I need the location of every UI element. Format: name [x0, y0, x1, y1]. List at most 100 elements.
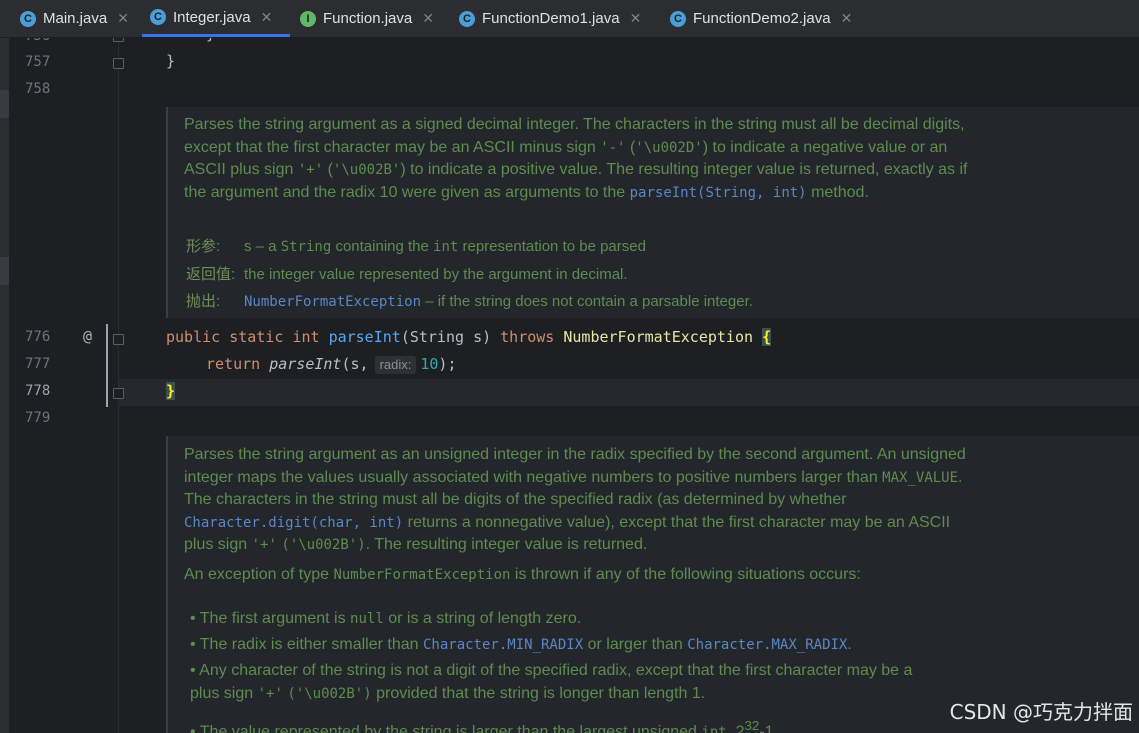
doc-text: s: [244, 238, 252, 255]
doc-text: is thrown if any of the following situat…: [514, 566, 861, 583]
doc-text: or larger than: [587, 636, 683, 653]
code-line: }: [206, 38, 215, 43]
doc-text: The value represented by the string is l…: [199, 723, 697, 733]
tab-functiondemo1-java[interactable]: C FunctionDemo1.java ✕: [459, 0, 641, 37]
doc-text: An exception of type: [184, 566, 329, 583]
punct: );: [438, 355, 457, 373]
watermark: CSDN @巧克力拌面: [949, 700, 1133, 724]
tab-functiondemo2-java[interactable]: C FunctionDemo2.java ✕: [670, 0, 852, 37]
fold-icon[interactable]: [113, 388, 124, 399]
tab-main-java[interactable]: C Main.java ✕: [20, 0, 129, 37]
punct: ): [482, 328, 492, 346]
doc-code: '-': [600, 139, 626, 156]
doc-link[interactable]: Character.digit(char, int): [184, 515, 403, 531]
doc-text: Parses the string argument as an unsigne…: [184, 446, 966, 486]
close-icon[interactable]: ✕: [117, 10, 129, 27]
strip-marker: [0, 257, 9, 285]
args: (s,: [341, 355, 369, 373]
keyword: return: [206, 355, 261, 373]
code-line: }: [166, 52, 175, 70]
doc-paragraph: An exception of type NumberFormatExcepti…: [184, 564, 974, 587]
tab-function-java[interactable]: I Function.java ✕: [300, 0, 434, 37]
brace: }: [206, 38, 215, 43]
doc-link[interactable]: Character.MAX_RADIX: [687, 637, 847, 653]
method-call: parseInt: [269, 355, 342, 373]
doc-code: ('\u002B'): [287, 685, 372, 702]
line-number: 778: [25, 383, 51, 399]
doc-code: String: [280, 239, 332, 255]
doc-code: ('\u002B'): [281, 537, 366, 553]
close-icon[interactable]: ✕: [630, 10, 642, 27]
punct: (: [400, 328, 410, 346]
override-annotation-icon[interactable]: @: [83, 327, 92, 345]
doc-bullet: • The radix is either smaller than Chara…: [190, 636, 852, 653]
matched-brace: {: [762, 328, 772, 346]
doc-text: The first argument is: [199, 610, 346, 627]
doc-link[interactable]: Character.MIN_RADIX: [423, 637, 583, 653]
doc-link[interactable]: NumberFormatException: [244, 294, 421, 310]
keyword: throws: [500, 328, 555, 346]
code-line-close: }: [166, 382, 176, 400]
doc-text: or is a string of length zero.: [388, 610, 582, 627]
doc-text: method.: [811, 183, 869, 201]
doc-text: 32: [744, 718, 760, 733]
doc-text: , 2: [726, 723, 745, 733]
tab-integer-java[interactable]: C Integer.java ✕: [142, 0, 290, 37]
doc-bullet: • The value represented by the string is…: [190, 715, 950, 733]
tab-label: FunctionDemo1.java: [482, 10, 620, 27]
doc-description: Parses the string argument as an unsigne…: [184, 444, 974, 557]
type-name: String: [409, 328, 465, 346]
doc-text: – a: [255, 238, 277, 255]
doc-description: Parses the string argument as a signed d…: [184, 114, 974, 204]
close-icon[interactable]: ✕: [422, 10, 434, 27]
line-number: 757: [25, 54, 51, 70]
line-number: 758: [25, 81, 51, 97]
line-number: 777: [25, 356, 51, 372]
doc-text: .: [847, 636, 852, 653]
fold-icon[interactable]: [113, 38, 124, 42]
current-line-highlight: [119, 379, 1139, 406]
interface-icon: I: [300, 10, 316, 27]
exception-type: NumberFormatException: [563, 328, 754, 346]
doc-code: '+': [257, 685, 283, 702]
tag-label: 抛出:: [186, 293, 221, 310]
doc-bullet: • The first argument is null or is a str…: [190, 610, 582, 627]
close-icon[interactable]: ✕: [261, 9, 273, 26]
keyword: int: [292, 328, 320, 346]
class-icon: C: [459, 10, 475, 27]
keyword: static: [229, 328, 284, 346]
fold-icon[interactable]: [113, 334, 124, 345]
doc-code: '\u002D': [635, 139, 703, 156]
doc-text: representation to be parsed: [462, 238, 646, 255]
doc-param-row: 形参: s – a String containing the int repre…: [186, 235, 646, 256]
doc-code: MAX_VALUE: [882, 469, 959, 486]
doc-text: . The resulting integer value is returne…: [365, 536, 648, 553]
doc-code: null: [350, 611, 384, 627]
doc-code: int: [433, 239, 459, 255]
fold-icon[interactable]: [113, 58, 124, 69]
tab-label: Main.java: [43, 10, 108, 27]
close-icon[interactable]: ✕: [841, 10, 853, 27]
tab-label: Function.java: [323, 10, 413, 27]
tool-window-strip: [0, 38, 9, 733]
tab-label: FunctionDemo2.java: [693, 10, 831, 27]
doc-text: the integer value represented by the arg…: [244, 266, 628, 283]
keyword: public: [166, 328, 221, 346]
change-marker: [106, 324, 108, 407]
doc-text: -1.: [759, 723, 778, 733]
line-number: 756: [25, 38, 65, 44]
doc-code: NumberFormatException: [333, 567, 511, 583]
doc-code: '+': [297, 162, 324, 178]
line-number: 779: [25, 410, 51, 426]
doc-bullet: • Any character of the string is not a d…: [190, 662, 913, 702]
doc-link[interactable]: parseInt(String, int): [630, 185, 807, 201]
number-literal: 10: [420, 355, 439, 373]
param-name: s: [473, 328, 483, 346]
doc-code: '+': [251, 537, 277, 553]
doc-throws-row: 抛出: NumberFormatException – if the string…: [186, 290, 753, 311]
doc-text: – if the string does not contain a parsa…: [425, 293, 753, 310]
tag-label: 形参:: [186, 238, 221, 255]
tag-label: 返回值:: [186, 266, 236, 283]
method-name: parseInt: [328, 328, 401, 346]
code-editor[interactable]: 756 757 758 776 777 778 779 @ } } public…: [0, 38, 1139, 733]
